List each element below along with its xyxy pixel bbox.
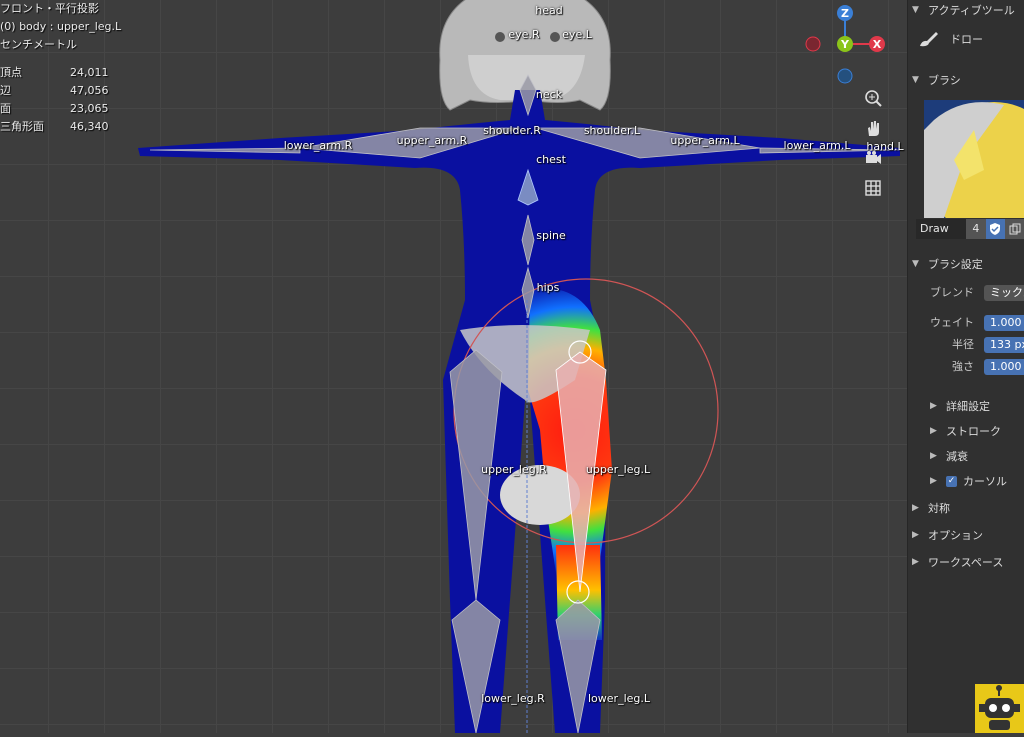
camera-icon[interactable] xyxy=(860,145,886,171)
subsection-stroke[interactable]: ▶ ストローク xyxy=(930,423,1001,439)
gizmo-neg-z[interactable] xyxy=(837,68,853,84)
bone-label-upper-leg-l: upper_leg.L xyxy=(585,463,651,476)
stat-triangles: 三角形面 46,340 xyxy=(0,120,109,133)
object-info: (0) body : upper_leg.L xyxy=(0,20,122,33)
section-label: ブラシ設定 xyxy=(928,258,983,271)
section-workspace[interactable]: ▶ ワークスペース xyxy=(912,554,1003,570)
strength-label: 強さ xyxy=(952,360,974,373)
bone-label-shoulder-r: shoulder.R xyxy=(483,124,541,137)
cursor-checkbox[interactable]: ✓ xyxy=(946,475,957,487)
bone-label-spine: spine xyxy=(536,229,566,242)
section-brush[interactable]: ▼ ブラシ xyxy=(912,72,961,88)
bone-label-neck: neck xyxy=(535,88,563,101)
bone-label-lower-leg-l: lower_leg.L xyxy=(587,692,651,705)
brush-preview[interactable] xyxy=(924,100,1024,218)
chevron-down-icon: ▼ xyxy=(912,5,919,15)
subsection-cursor[interactable]: ▶ ✓ カーソル xyxy=(930,473,1007,489)
radius-label: 半径 xyxy=(952,338,974,351)
blend-label: ブレンド xyxy=(930,286,974,299)
gizmo-y-label: Y xyxy=(840,38,850,51)
bone-label-upper-arm-r: upper_arm.R xyxy=(396,134,468,147)
bone-label-hips: hips xyxy=(536,281,560,294)
zoom-icon[interactable] xyxy=(860,85,886,111)
gizmo-z-label: Z xyxy=(841,7,849,20)
brush-user-count[interactable]: 4 xyxy=(966,219,986,239)
radius-slider[interactable]: 133 px xyxy=(984,337,1024,353)
gizmo-neg-x[interactable] xyxy=(805,36,821,52)
chevron-right-icon: ▶ xyxy=(930,451,937,461)
3d-viewport[interactable]: フロント・平行投影 (0) body : upper_leg.L センチメートル… xyxy=(0,0,907,733)
section-label: アクティブツール xyxy=(928,4,1015,17)
bone-label-lower-arm-r: lower_arm.R xyxy=(283,139,353,152)
tool-name: ドロー xyxy=(950,33,983,46)
section-label: ワークスペース xyxy=(928,556,1004,569)
radius-row: 半径 133 px xyxy=(908,337,1024,353)
bone-label-lower-arm-l: lower_arm.L xyxy=(783,139,851,152)
bone-label-upper-arm-l: upper_arm.L xyxy=(670,134,740,147)
stat-vertices: 頂点 24,011 xyxy=(0,66,109,79)
section-label: オプション xyxy=(928,529,983,542)
strength-row: 強さ 1.000 xyxy=(908,359,1024,375)
active-tool-row[interactable]: ドロー xyxy=(918,30,983,48)
section-label: カーソル xyxy=(963,475,1007,488)
character-mesh xyxy=(138,0,901,733)
chevron-down-icon: ▼ xyxy=(912,75,919,85)
blend-row: ブレンド ミックス xyxy=(908,285,1024,301)
subsection-falloff[interactable]: ▶ 減衰 xyxy=(930,448,968,464)
strength-slider[interactable]: 1.000 xyxy=(984,359,1024,375)
bone-label-upper-leg-r: upper_leg.R xyxy=(481,463,547,476)
grid-view-icon[interactable] xyxy=(860,175,886,201)
chevron-right-icon: ▶ xyxy=(930,401,937,411)
section-symmetry[interactable]: ▶ 対称 xyxy=(912,500,950,516)
section-label: ブラシ xyxy=(928,74,961,87)
weight-row: ウェイト 1.000 xyxy=(908,315,1024,331)
draw-brush-icon xyxy=(920,32,938,47)
bone-label-shoulder-l: shoulder.L xyxy=(583,124,641,137)
bone-label-eye-r: eye.R xyxy=(508,28,540,41)
section-label: 詳細設定 xyxy=(946,400,990,413)
bone-label-lower-leg-r: lower_leg.R xyxy=(481,692,545,705)
bone-label-head: head xyxy=(535,4,563,17)
fake-user-shield-icon[interactable] xyxy=(985,219,1005,239)
duplicate-icon[interactable] xyxy=(1004,219,1024,239)
section-label: 対称 xyxy=(928,502,950,515)
gizmo-x-label: X xyxy=(873,38,882,51)
chevron-right-icon: ▶ xyxy=(930,426,937,436)
chevron-right-icon: ▶ xyxy=(912,503,919,513)
chevron-right-icon: ▶ xyxy=(912,530,919,540)
brush-name-field[interactable]: Draw xyxy=(916,219,967,239)
bone-label-eye-l: eye.L xyxy=(562,28,592,41)
axis-gizmo[interactable]: Z X Y xyxy=(800,0,895,90)
section-label: ストローク xyxy=(946,425,1001,438)
bone-label-chest: chest xyxy=(536,153,566,166)
section-label: 減衰 xyxy=(946,450,968,463)
units-label: センチメートル xyxy=(0,38,77,51)
brush-datablock: Draw 4 xyxy=(916,219,1024,239)
tool-settings-panel: ▼ アクティブツール ドロー ▼ ブラシ Draw 4 ▼ ブラシ設定 ブレンド ミッ… xyxy=(907,0,1024,733)
stat-edges: 辺 47,056 xyxy=(0,84,109,97)
chevron-right-icon: ▶ xyxy=(930,476,937,486)
subsection-advanced[interactable]: ▶ 詳細設定 xyxy=(930,398,990,414)
section-options[interactable]: ▶ オプション xyxy=(912,527,983,543)
stat-faces: 面 23,065 xyxy=(0,102,109,115)
blend-dropdown[interactable]: ミックス xyxy=(984,285,1024,301)
view-name: フロント・平行投影 xyxy=(0,2,99,15)
chevron-down-icon: ▼ xyxy=(912,259,919,269)
weight-slider[interactable]: 1.000 xyxy=(984,315,1024,331)
section-brush-settings[interactable]: ▼ ブラシ設定 xyxy=(912,256,983,272)
section-active-tool[interactable]: ▼ アクティブツール xyxy=(912,2,1015,18)
chevron-right-icon: ▶ xyxy=(912,557,919,567)
pan-hand-icon[interactable] xyxy=(860,115,886,141)
weight-label: ウェイト xyxy=(930,316,974,329)
robot-addon-icon[interactable] xyxy=(975,684,1024,733)
